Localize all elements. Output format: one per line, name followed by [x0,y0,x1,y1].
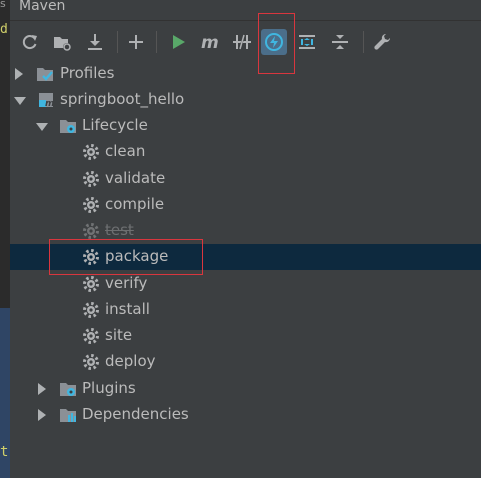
tree-node-profiles[interactable]: Profiles [10,61,481,87]
goal-label: package [105,247,169,265]
gear-icon [83,328,99,344]
settings-icon [374,33,391,50]
plugins-folder-icon [60,383,76,396]
tool-window-header: Maven [10,0,481,21]
collapse-arrow-icon[interactable] [36,123,48,131]
lifecycle-goal-site[interactable]: site [10,323,481,349]
goal-label: site [105,326,133,344]
lifecycle-goal-deploy[interactable]: deploy [10,349,481,375]
lifecycle-goal-clean[interactable]: clean [10,139,481,165]
lifecycle-goal-install[interactable]: install [10,297,481,323]
execute-goal-icon: m [201,33,219,52]
add-project-icon [129,35,143,49]
maven-project-icon: m [39,93,54,109]
lifecycle-folder-icon [60,120,76,133]
editor-edge: s d t [0,0,10,478]
editor-fragment-bottom: t [0,444,9,460]
generate-sources-button[interactable] [49,29,75,55]
tree-node-label: Lifecycle [82,116,148,134]
expand-arrow-icon[interactable] [38,409,46,421]
goal-label: clean [105,142,146,160]
generate-sources-icon [54,37,71,51]
lifecycle-goal-verify[interactable]: verify [10,271,481,297]
reimport-icon [22,35,37,50]
tree-node-label: Profiles [60,64,115,82]
skip-tests-button[interactable] [261,29,287,55]
tree-node-label: Plugins [82,379,136,397]
gear-icon [83,354,99,370]
run-maven-build-button[interactable] [165,29,191,55]
toggle-offline-button[interactable] [229,29,255,55]
goal-label: compile [105,195,165,213]
lifecycle-goal-validate[interactable]: validate [10,166,481,192]
run-icon [173,35,185,49]
tree-node-lifecycle[interactable]: Lifecycle [10,113,481,139]
gear-icon [83,223,99,239]
gear-icon [83,249,99,265]
add-maven-project-button[interactable] [123,29,149,55]
gear-icon [83,171,99,187]
download-sources-button[interactable] [82,29,108,55]
expand-arrow-icon[interactable] [38,383,46,395]
tree-node-label: springboot_hello [60,90,185,108]
download-icon [88,34,102,50]
goal-label: validate [105,169,166,187]
dependencies-folder-icon [60,409,76,422]
svg-text:m: m [45,99,54,109]
toolbar-separator [117,31,118,53]
expand-arrow-icon[interactable] [15,68,23,80]
maven-projects-tree: Profiles m springboot_hello Lifecycle cl… [10,61,481,478]
tree-node-dependencies[interactable]: Dependencies [10,402,481,428]
collapse-arrow-icon[interactable] [14,97,26,105]
svg-text:m: m [201,33,219,52]
goal-label: install [105,300,150,318]
reimport-button[interactable] [17,29,43,55]
gear-icon [83,144,99,160]
toolbar-separator [363,31,364,53]
toolbar-separator [156,31,157,53]
collapse-all-icon [332,35,348,49]
execute-maven-goal-button[interactable]: m [197,29,223,55]
editor-fragment-top: s [0,0,6,10]
collapse-all-button[interactable] [327,29,353,55]
show-dependencies-icon [299,35,315,49]
tree-node-plugins[interactable]: Plugins [10,376,481,402]
maven-tool-window: Maven m Profiles m springboot_hello Life… [10,0,481,478]
maven-toolbar: m [10,21,481,61]
editor-fragment-mid: d [0,22,8,37]
toggle-offline-icon [233,34,251,50]
lifecycle-goal-compile[interactable]: compile [10,192,481,218]
goal-label: deploy [105,352,156,370]
lifecycle-goal-test[interactable]: test [10,218,481,244]
gear-icon [83,197,99,213]
gear-icon [83,276,99,292]
lifecycle-goal-package[interactable]: package [10,244,481,270]
goal-label-skipped: test [105,221,134,239]
tree-node-project[interactable]: m springboot_hello [10,87,481,113]
show-dependencies-button[interactable] [294,29,320,55]
tree-node-label: Dependencies [82,405,189,423]
tool-window-title: Maven [19,0,66,14]
maven-settings-button[interactable] [369,29,395,55]
goal-label: verify [105,274,148,292]
profiles-folder-icon [37,68,53,81]
gear-icon [83,302,99,318]
skip-tests-icon [265,33,283,51]
